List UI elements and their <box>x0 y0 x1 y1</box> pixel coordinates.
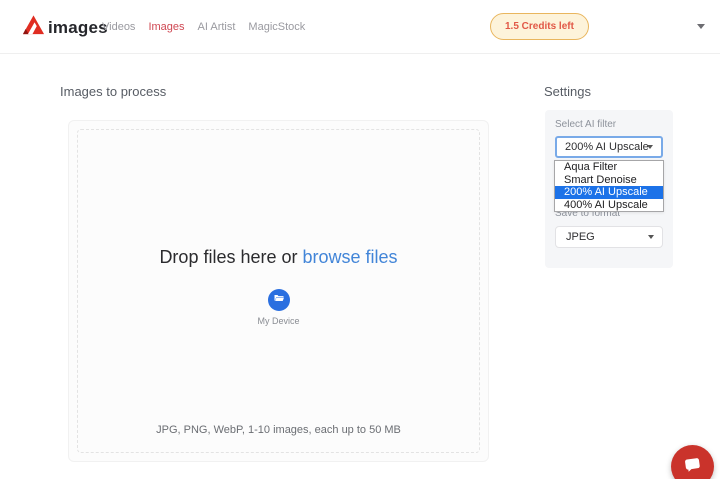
nav-item-videos[interactable]: Videos <box>102 21 135 33</box>
drop-instruction: Drop files here or browse files <box>69 247 488 268</box>
filter-select-label: Select AI filter <box>555 119 616 130</box>
folder-icon <box>273 291 285 309</box>
ai-filter-selected-value: 200% AI Upscale <box>565 141 649 153</box>
credits-badge[interactable]: 1.5 Credits left <box>490 13 589 40</box>
my-device-label: My Device <box>69 316 488 326</box>
settings-heading: Settings <box>544 84 591 99</box>
my-device-button[interactable] <box>268 289 290 311</box>
nav-item-magicstock[interactable]: MagicStock <box>248 21 305 33</box>
nav-item-images[interactable]: Images <box>148 21 184 33</box>
nav-item-ai-artist[interactable]: AI Artist <box>198 21 236 33</box>
option-200-ai-upscale[interactable]: 200% AI Upscale <box>555 186 663 199</box>
save-format-select[interactable]: JPEG <box>555 226 663 248</box>
option-400-ai-upscale[interactable]: 400% AI Upscale <box>555 199 663 212</box>
app-window: images Videos Images AI Artist MagicStoc… <box>0 0 720 479</box>
account-chevron-down-icon[interactable] <box>697 24 705 29</box>
browse-files-link[interactable]: browse files <box>303 247 398 267</box>
drop-text: Drop files here or <box>159 247 297 267</box>
ai-filter-select[interactable]: 200% AI Upscale <box>555 136 663 158</box>
logo-triangle-icon <box>22 13 45 42</box>
chevron-down-icon <box>648 235 654 239</box>
logo-text: images <box>48 18 108 38</box>
option-smart-denoise[interactable]: Smart Denoise <box>555 174 663 187</box>
top-navbar: images Videos Images AI Artist MagicStoc… <box>0 0 720 54</box>
ai-filter-options-list: Aqua Filter Smart Denoise 200% AI Upscal… <box>554 160 664 212</box>
option-aqua-filter[interactable]: Aqua Filter <box>555 161 663 174</box>
settings-panel: Select AI filter 200% AI Upscale Aqua Fi… <box>545 110 673 268</box>
chevron-down-icon <box>647 145 653 149</box>
images-to-process-heading: Images to process <box>60 84 166 99</box>
file-requirements-hint: JPG, PNG, WebP, 1-10 images, each up to … <box>69 424 488 436</box>
app-logo[interactable]: images <box>22 13 108 42</box>
save-format-selected-value: JPEG <box>566 231 595 243</box>
chat-messenger-icon <box>682 454 703 479</box>
file-dropzone[interactable]: Drop files here or browse files My Devic… <box>68 120 489 462</box>
main-nav: Videos Images AI Artist MagicStock <box>102 0 305 54</box>
live-chat-button[interactable] <box>671 445 714 479</box>
